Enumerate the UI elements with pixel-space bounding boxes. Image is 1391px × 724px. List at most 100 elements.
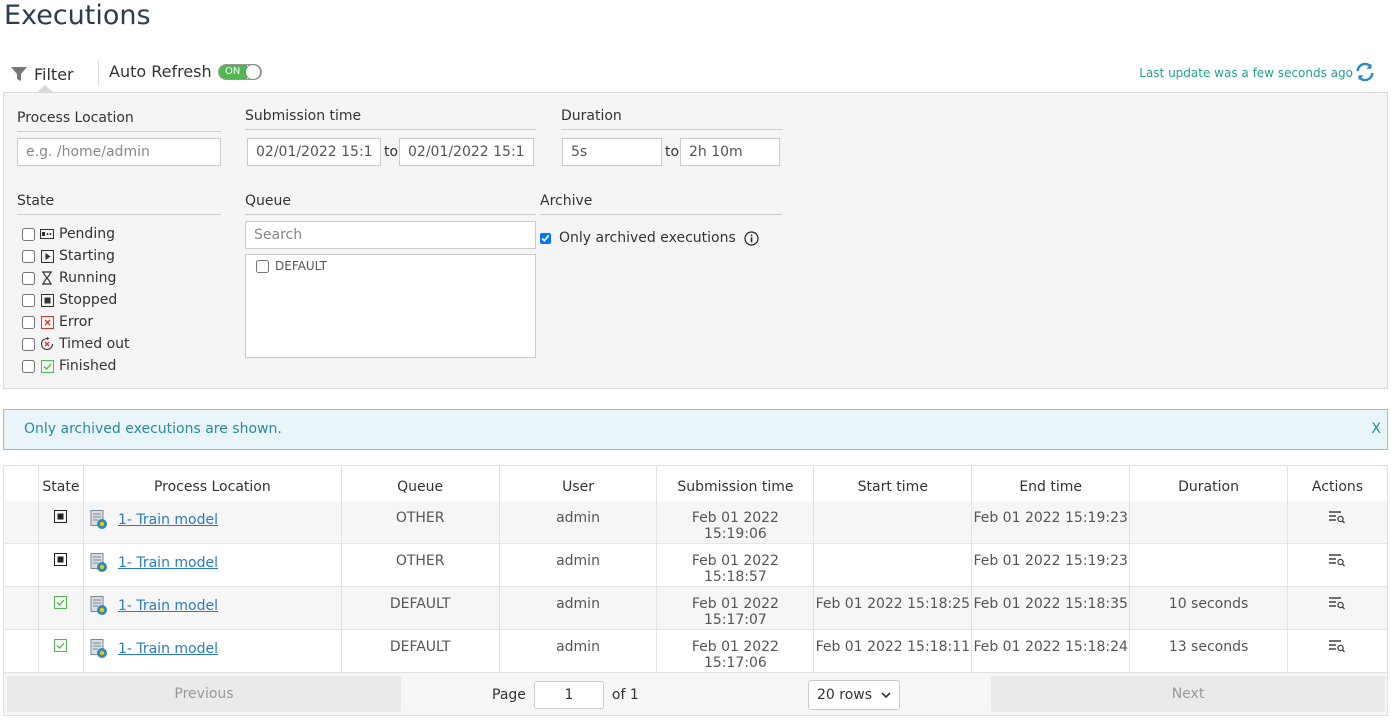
archive-option-label: Only archived executions bbox=[559, 230, 736, 246]
process-link[interactable]: 1- Train model bbox=[118, 641, 218, 657]
state-option-timed-out[interactable]: Timed out bbox=[17, 333, 130, 355]
table-row[interactable]: 1- Train model DEFAULT admin Feb 01 2022… bbox=[3, 586, 1389, 630]
end-time-cell: Feb 01 2022 15:19:23 bbox=[971, 543, 1131, 587]
submission-time-cell: Feb 01 2022 15:17:06 bbox=[656, 629, 815, 673]
start-time-cell bbox=[813, 543, 973, 587]
state-label-text: Error bbox=[59, 314, 94, 330]
funnel-icon bbox=[11, 67, 27, 81]
state-label-text: Finished bbox=[59, 358, 117, 374]
duration-to-input[interactable] bbox=[680, 138, 780, 166]
actions-cell bbox=[1287, 500, 1389, 544]
duration-to-label: to bbox=[665, 144, 680, 160]
auto-refresh: Auto Refresh ON bbox=[109, 62, 262, 81]
column-header-user[interactable]: User bbox=[499, 465, 658, 501]
last-update-text: Last update was a few seconds ago bbox=[1139, 66, 1353, 80]
user-cell: admin bbox=[499, 543, 658, 587]
column-header-end-time[interactable]: End time bbox=[971, 465, 1131, 501]
submission-to-input[interactable] bbox=[399, 138, 534, 166]
view-details-icon[interactable] bbox=[1328, 639, 1346, 653]
view-details-icon[interactable] bbox=[1328, 553, 1346, 567]
stop-icon bbox=[54, 509, 68, 523]
column-header-duration[interactable]: Duration bbox=[1129, 465, 1288, 501]
pending-icon bbox=[40, 227, 54, 241]
row-select-cell[interactable] bbox=[3, 586, 39, 630]
queue-checkbox[interactable] bbox=[256, 259, 269, 273]
next-button[interactable]: Next bbox=[991, 676, 1385, 712]
state-checkbox[interactable] bbox=[22, 359, 35, 373]
close-icon[interactable]: X bbox=[1371, 410, 1381, 449]
end-time-cell: Feb 01 2022 15:18:35 bbox=[971, 586, 1131, 630]
state-cell bbox=[38, 543, 84, 587]
process-icon bbox=[90, 639, 107, 658]
play-icon bbox=[40, 249, 54, 263]
state-option-pending[interactable]: Pending bbox=[17, 223, 130, 245]
state-option-running[interactable]: Running bbox=[17, 267, 130, 289]
table-row[interactable]: 1- Train model DEFAULT admin Feb 01 2022… bbox=[3, 629, 1389, 673]
filter-button[interactable]: Filter bbox=[4, 58, 86, 93]
process-link[interactable]: 1- Train model bbox=[118, 555, 218, 571]
process-location-label: Process Location bbox=[17, 110, 221, 132]
state-option-starting[interactable]: Starting bbox=[17, 245, 130, 267]
column-header-submission-time[interactable]: Submission time bbox=[656, 465, 815, 501]
table-row[interactable]: 1- Train model OTHER admin Feb 01 2022 1… bbox=[3, 543, 1389, 587]
state-option-error[interactable]: Error bbox=[17, 311, 130, 333]
submission-time-label: Submission time bbox=[245, 108, 536, 130]
view-details-icon[interactable] bbox=[1328, 510, 1346, 524]
process-link[interactable]: 1- Train model bbox=[118, 598, 218, 614]
user-cell: admin bbox=[499, 586, 658, 630]
actions-cell bbox=[1287, 629, 1389, 673]
refresh-icon[interactable] bbox=[1354, 61, 1376, 83]
auto-refresh-toggle[interactable]: ON bbox=[217, 63, 262, 80]
row-select-cell[interactable] bbox=[3, 500, 39, 544]
queue-cell: OTHER bbox=[341, 500, 500, 544]
process-location-input[interactable] bbox=[17, 138, 221, 166]
queue-search-input[interactable] bbox=[245, 221, 536, 249]
state-cell bbox=[38, 629, 84, 673]
view-details-icon[interactable] bbox=[1328, 596, 1346, 610]
toggle-on-label: ON bbox=[218, 64, 247, 79]
end-time-cell: Feb 01 2022 15:18:24 bbox=[971, 629, 1131, 673]
previous-button[interactable]: Previous bbox=[7, 676, 401, 712]
archive-checkbox[interactable] bbox=[540, 232, 551, 244]
table-header-row: State Process Location Queue User Submis… bbox=[3, 465, 1389, 501]
state-label-text: Pending bbox=[59, 226, 115, 242]
submission-from-input[interactable] bbox=[247, 138, 381, 166]
state-checkbox[interactable] bbox=[22, 337, 35, 351]
archive-option[interactable]: Only archived executions bbox=[540, 230, 759, 246]
state-checkbox[interactable] bbox=[22, 249, 35, 263]
page-title: Executions bbox=[4, 0, 151, 31]
column-header-state[interactable]: State bbox=[38, 465, 84, 501]
duration-from-input[interactable] bbox=[562, 138, 662, 166]
check-icon bbox=[54, 596, 68, 609]
process-icon bbox=[90, 553, 107, 572]
column-header-queue[interactable]: Queue bbox=[341, 465, 500, 501]
user-cell: admin bbox=[499, 629, 658, 673]
user-cell: admin bbox=[499, 500, 658, 544]
row-select-cell[interactable] bbox=[3, 543, 39, 587]
submission-time-cell: Feb 01 2022 15:18:57 bbox=[656, 543, 815, 587]
process-link[interactable]: 1- Train model bbox=[118, 512, 218, 528]
page-number-input[interactable] bbox=[533, 681, 604, 709]
state-checkbox[interactable] bbox=[22, 293, 35, 307]
table-row[interactable]: 1- Train model OTHER admin Feb 01 2022 1… bbox=[3, 500, 1389, 544]
state-label-text: Stopped bbox=[59, 292, 118, 308]
column-header-process-location[interactable]: Process Location bbox=[83, 465, 342, 501]
chevron-down-icon bbox=[881, 691, 891, 698]
queue-option-label: DEFAULT bbox=[275, 259, 327, 273]
row-select-cell[interactable] bbox=[3, 629, 39, 673]
toggle-knob bbox=[244, 63, 261, 80]
rows-per-page-select[interactable]: 20 rows bbox=[808, 680, 900, 710]
column-header-start-time[interactable]: Start time bbox=[813, 465, 973, 501]
page-label: Page bbox=[492, 687, 526, 703]
state-option-stopped[interactable]: Stopped bbox=[17, 289, 130, 311]
state-option-finished[interactable]: Finished bbox=[17, 355, 130, 377]
archive-label: Archive bbox=[540, 193, 782, 215]
queue-option-default[interactable]: DEFAULT bbox=[256, 259, 525, 273]
state-checkbox[interactable] bbox=[22, 227, 35, 241]
info-icon[interactable] bbox=[744, 230, 759, 246]
state-checkbox[interactable] bbox=[22, 315, 35, 329]
process-location-cell: 1- Train model bbox=[83, 629, 342, 673]
stop-icon bbox=[40, 293, 54, 307]
state-checkbox[interactable] bbox=[22, 271, 35, 285]
state-label: State bbox=[17, 193, 221, 215]
